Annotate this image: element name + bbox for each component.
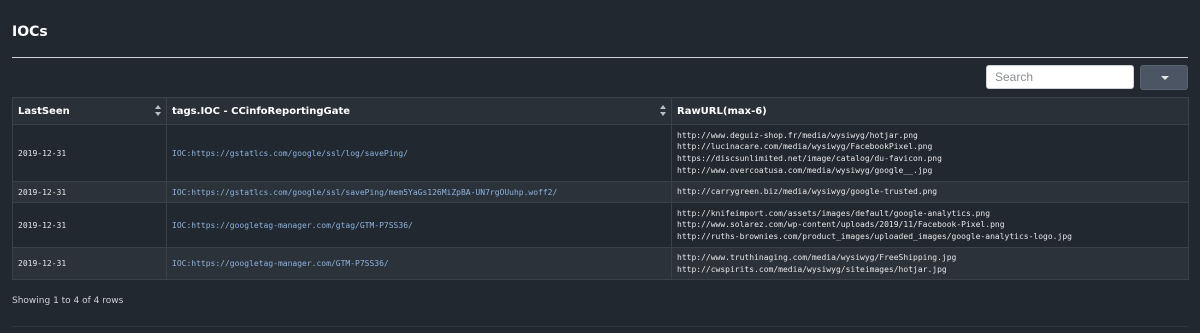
- last-seen-cell: 2019-12-31: [12, 181, 167, 203]
- raw-url: http://www.deguiz-shop.fr/media/wysiwyg/…: [677, 130, 918, 140]
- raw-url: http://www.overcoatusa.com/media/wysiwyg…: [677, 165, 933, 175]
- column-header-label: RawURL(max-6): [677, 105, 767, 117]
- table-header-row: LastSeen tags.IOC - CCinfoReportingGate …: [12, 97, 1189, 125]
- column-header-label: tags.IOC - CCinfoReportingGate: [172, 105, 351, 117]
- table-row: 2019-12-31 IOC:https://gstatlcs.com/goog…: [12, 181, 1189, 203]
- last-seen-cell: 2019-12-31: [12, 202, 167, 248]
- sort-icon[interactable]: [155, 105, 161, 117]
- raw-url: http://lucinacare.com/media/wysiwyg/Face…: [677, 142, 933, 152]
- column-header-label: LastSeen: [18, 105, 70, 117]
- last-seen-cell: 2019-12-31: [12, 247, 167, 280]
- column-header-ioc[interactable]: tags.IOC - CCinfoReportingGate: [166, 97, 672, 125]
- table-row: 2019-12-31 IOC:https://googletag-manager…: [12, 202, 1189, 248]
- ioc-cell: IOC:https://googletag-manager.com/GTM-P7…: [166, 247, 672, 280]
- raw-url: https://discsunlimited.net/image/catalog…: [677, 154, 942, 163]
- caret-down-icon: [1161, 76, 1169, 80]
- raw-url: http://www.solarez.com/wp-content/upload…: [677, 220, 1005, 230]
- panel-bottom-border: [12, 326, 1188, 327]
- iocs-panel: IOCs LastSeen tags.IOC - CCinfoReporting…: [0, 0, 1200, 333]
- raw-url: http://cwspirits.com/media/wysiwyg/sitei…: [677, 264, 947, 274]
- pagination-info: Showing 1 to 4 of 4 rows: [12, 296, 124, 306]
- panel-title: IOCs: [12, 24, 48, 40]
- raw-url-cell: http://www.truthinaging.com/media/wysiwy…: [671, 247, 1189, 280]
- ioc-cell: IOC:https://gstatlcs.com/google/ssl/save…: [166, 181, 672, 203]
- sort-icon[interactable]: [660, 105, 666, 117]
- ioc-table: LastSeen tags.IOC - CCinfoReportingGate …: [12, 97, 1189, 280]
- title-divider: [12, 57, 1188, 58]
- raw-url: http://knifeimport.com/assets/images/def…: [677, 208, 991, 218]
- raw-url: http://ruths-brownies.com/product_images…: [677, 231, 1072, 241]
- search-input[interactable]: [986, 65, 1134, 89]
- columns-dropdown-button[interactable]: [1140, 65, 1188, 90]
- column-header-rawurl[interactable]: RawURL(max-6): [671, 97, 1189, 125]
- column-header-lastseen[interactable]: LastSeen: [12, 97, 167, 125]
- last-seen-cell: 2019-12-31: [12, 124, 167, 182]
- raw-url-cell: http://carrygreen.biz/media/wysiwyg/goog…: [671, 181, 1189, 203]
- raw-url: http://carrygreen.biz/media/wysiwyg/goog…: [677, 187, 938, 197]
- ioc-cell: IOC:https://gstatlcs.com/google/ssl/log/…: [166, 124, 672, 182]
- raw-url: http://www.truthinaging.com/media/wysiwy…: [677, 252, 957, 262]
- table-row: 2019-12-31 IOC:https://gstatlcs.com/goog…: [12, 124, 1189, 182]
- raw-url-cell: http://www.deguiz-shop.fr/media/wysiwyg/…: [671, 124, 1189, 182]
- ioc-cell: IOC:https://googletag-manager.com/gtag/G…: [166, 202, 672, 248]
- table-row: 2019-12-31 IOC:https://googletag-manager…: [12, 247, 1189, 280]
- raw-url-cell: http://knifeimport.com/assets/images/def…: [671, 202, 1189, 248]
